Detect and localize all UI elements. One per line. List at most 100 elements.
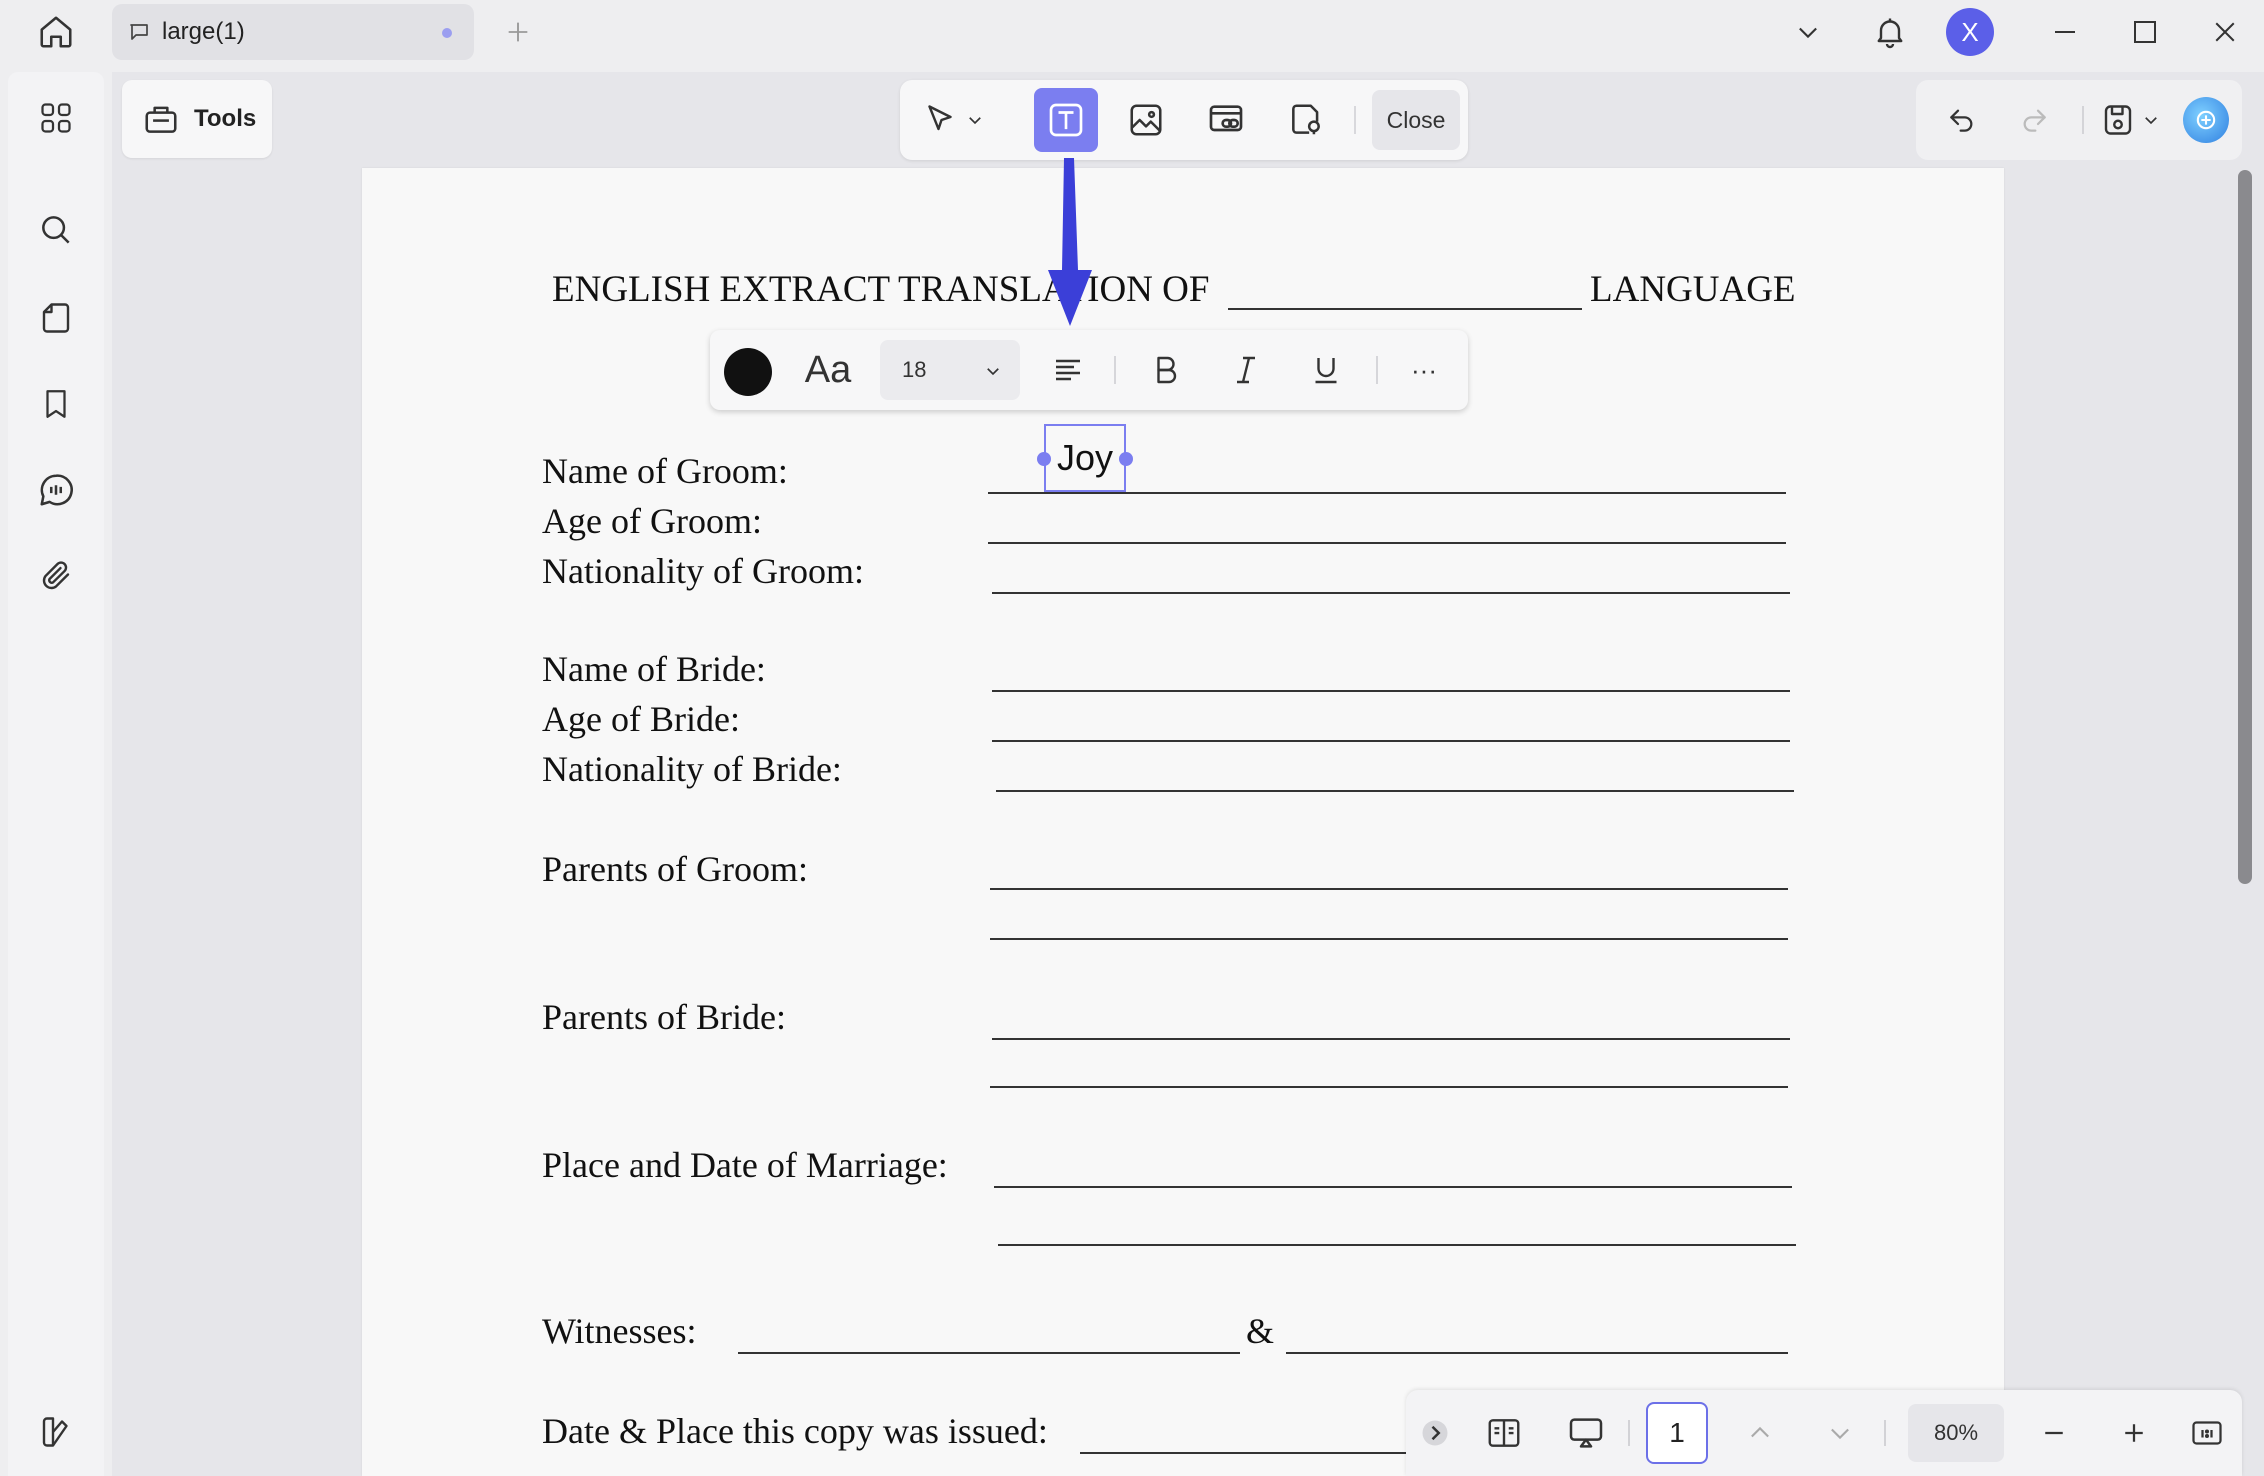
comment-bubble-icon bbox=[37, 471, 75, 509]
field-line bbox=[990, 1086, 1788, 1088]
text-tool-icon bbox=[1046, 100, 1086, 140]
page-number-input[interactable]: 1 bbox=[1646, 1402, 1708, 1464]
label-place-date-marriage: Place and Date of Marriage: bbox=[542, 1145, 948, 1185]
chevron-down-icon bbox=[1794, 18, 1822, 46]
chevron-down-icon bbox=[984, 362, 1002, 380]
label-name-bride: Name of Bride: bbox=[542, 649, 766, 689]
maximize-button[interactable] bbox=[2120, 6, 2170, 58]
minimize-button[interactable] bbox=[2040, 6, 2090, 58]
tools-label: Tools bbox=[194, 105, 257, 132]
tools-button[interactable]: Tools bbox=[122, 80, 272, 158]
tab-list-button[interactable] bbox=[1786, 6, 1830, 58]
field-line bbox=[996, 790, 1794, 792]
field-line bbox=[992, 1038, 1790, 1040]
unsaved-dot bbox=[442, 28, 452, 38]
add-image-tool-button[interactable] bbox=[1114, 88, 1178, 152]
field-line bbox=[988, 542, 1786, 544]
zoom-out-button[interactable] bbox=[2026, 1406, 2082, 1460]
zoom-level[interactable]: 80% bbox=[1908, 1404, 2004, 1462]
undo-button[interactable] bbox=[1936, 90, 1988, 150]
underline-button[interactable] bbox=[1298, 342, 1354, 398]
grid-icon bbox=[38, 100, 74, 136]
sidebar-item-bookmarks[interactable] bbox=[28, 376, 84, 432]
add-watermark-tool-button[interactable] bbox=[1274, 88, 1338, 152]
account-button[interactable]: X bbox=[1946, 6, 1994, 58]
previous-page-button[interactable] bbox=[1732, 1406, 1788, 1460]
redo-button[interactable] bbox=[2008, 90, 2060, 150]
field-line bbox=[738, 1352, 1240, 1354]
actual-size-button[interactable] bbox=[2182, 1406, 2232, 1460]
vertical-scrollbar[interactable] bbox=[2238, 170, 2252, 884]
underline-icon bbox=[1308, 352, 1344, 388]
sidebar-item-pages[interactable] bbox=[28, 290, 84, 346]
annotation-arrow bbox=[1048, 158, 1092, 326]
field-line bbox=[994, 1186, 1792, 1188]
italic-button[interactable] bbox=[1218, 342, 1274, 398]
align-left-icon bbox=[1050, 352, 1086, 388]
toolbox-icon bbox=[142, 100, 180, 138]
italic-icon bbox=[1228, 352, 1264, 388]
collapse-bar-button[interactable] bbox=[1416, 1406, 1454, 1460]
document-tab[interactable]: large(1) bbox=[112, 4, 474, 60]
left-sidebar bbox=[8, 72, 104, 1476]
close-edit-button[interactable]: Close bbox=[1372, 90, 1460, 150]
select-tool-button[interactable] bbox=[912, 88, 994, 152]
plus-icon bbox=[504, 18, 532, 46]
more-options-button[interactable]: ··· bbox=[1396, 342, 1452, 398]
chevron-down-icon bbox=[966, 111, 984, 129]
resize-handle-left[interactable] bbox=[1037, 452, 1051, 466]
label-parents-groom: Parents of Groom: bbox=[542, 849, 808, 889]
ai-assistant-button[interactable] bbox=[2180, 90, 2232, 150]
home-icon bbox=[37, 13, 75, 51]
sidebar-item-theme[interactable] bbox=[28, 1404, 84, 1460]
document-title: ENGLISH EXTRACT TRANSLATION OF bbox=[552, 269, 1210, 310]
chevron-down-icon bbox=[1826, 1419, 1854, 1447]
bell-icon bbox=[1872, 14, 1908, 50]
image-icon bbox=[1127, 101, 1165, 139]
bold-button[interactable] bbox=[1138, 342, 1194, 398]
label-nationality-bride: Nationality of Bride: bbox=[542, 749, 842, 789]
title-bar: large(1) X bbox=[0, 0, 2264, 64]
label-age-groom: Age of Groom: bbox=[542, 501, 762, 541]
minus-icon bbox=[2039, 1418, 2069, 1448]
add-text-tool-button[interactable] bbox=[1034, 88, 1098, 152]
sidebar-item-organize[interactable] bbox=[28, 90, 84, 146]
notifications-button[interactable] bbox=[1866, 6, 1914, 58]
redo-icon bbox=[2018, 104, 2050, 136]
field-line bbox=[998, 1244, 1796, 1246]
font-size-select[interactable]: 18 bbox=[880, 340, 1020, 400]
title-blank-line bbox=[1228, 308, 1582, 310]
save-button[interactable] bbox=[2092, 90, 2168, 150]
label-nationality-groom: Nationality of Groom: bbox=[542, 551, 864, 591]
next-page-button[interactable] bbox=[1812, 1406, 1868, 1460]
separator bbox=[2082, 106, 2084, 134]
zoom-in-button[interactable] bbox=[2106, 1406, 2162, 1460]
page-layout-button[interactable] bbox=[1476, 1406, 1532, 1460]
resize-handle-right[interactable] bbox=[1119, 452, 1133, 466]
close-window-button[interactable] bbox=[2200, 6, 2250, 58]
bookmark-icon bbox=[39, 387, 73, 421]
field-line bbox=[1080, 1452, 1420, 1454]
page-navigation-bar: 1 80% bbox=[1406, 1390, 2242, 1476]
text-color-swatch[interactable] bbox=[724, 348, 772, 396]
close-icon bbox=[2210, 17, 2240, 47]
home-button[interactable] bbox=[28, 8, 84, 56]
font-button[interactable]: Aa bbox=[796, 342, 860, 398]
add-link-tool-button[interactable] bbox=[1194, 88, 1258, 152]
page-stamp-icon bbox=[1287, 101, 1325, 139]
sidebar-item-search[interactable] bbox=[28, 202, 84, 258]
minimize-icon bbox=[2050, 17, 2080, 47]
text-box[interactable]: Joy bbox=[1044, 424, 1126, 492]
sidebar-item-comments[interactable] bbox=[28, 462, 84, 518]
field-line bbox=[990, 938, 1788, 940]
align-button[interactable] bbox=[1040, 342, 1096, 398]
document-title-suffix: LANGUAGE bbox=[1590, 269, 1796, 310]
comment-icon bbox=[126, 19, 152, 45]
field-line bbox=[992, 740, 1790, 742]
label-name-groom: Name of Groom: bbox=[542, 451, 788, 491]
presentation-button[interactable] bbox=[1556, 1406, 1616, 1460]
new-tab-button[interactable] bbox=[496, 10, 540, 54]
avatar: X bbox=[1946, 8, 1994, 56]
sidebar-item-attachments[interactable] bbox=[28, 548, 84, 604]
edit-toolbar: Close bbox=[900, 80, 1468, 160]
